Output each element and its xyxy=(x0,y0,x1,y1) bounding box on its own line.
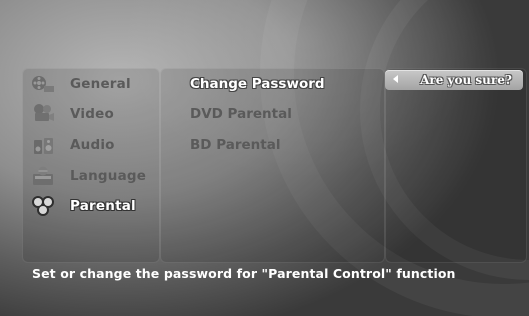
sidebar-item-language[interactable]: Language xyxy=(22,162,160,190)
sidebar-item-audio[interactable]: Audio xyxy=(22,131,160,159)
sidebar-item-label: General xyxy=(70,76,131,92)
audio-speaker-icon xyxy=(30,134,56,156)
confirm-prompt-label: Are you sure? xyxy=(420,73,512,87)
sidebar-item-label: Video xyxy=(70,106,114,122)
sidebar-item-label: Audio xyxy=(70,137,115,153)
confirm-prompt-button[interactable]: Are you sure? xyxy=(385,70,523,90)
option-dvd-parental[interactable]: DVD Parental xyxy=(190,106,292,122)
parental-family-icon xyxy=(30,195,56,217)
language-globe-icon xyxy=(30,165,56,187)
sidebar-item-label: Parental xyxy=(70,198,136,214)
sidebar-item-video[interactable]: Video xyxy=(22,100,160,128)
arrow-left-icon xyxy=(393,75,398,83)
sidebar-item-general[interactable]: General xyxy=(22,70,160,98)
help-text: Set or change the password for "Parental… xyxy=(32,266,456,281)
option-change-password[interactable]: Change Password xyxy=(190,76,325,92)
option-bd-parental[interactable]: BD Parental xyxy=(190,137,280,153)
sidebar-item-label: Language xyxy=(70,168,147,184)
film-camera-icon xyxy=(30,103,56,125)
film-reel-icon xyxy=(30,73,56,95)
settings-screen: General Video Audio Language Parental Ch… xyxy=(0,0,529,316)
sidebar-item-parental[interactable]: Parental xyxy=(22,192,160,220)
options-panel xyxy=(160,68,385,263)
confirm-panel xyxy=(385,68,527,263)
